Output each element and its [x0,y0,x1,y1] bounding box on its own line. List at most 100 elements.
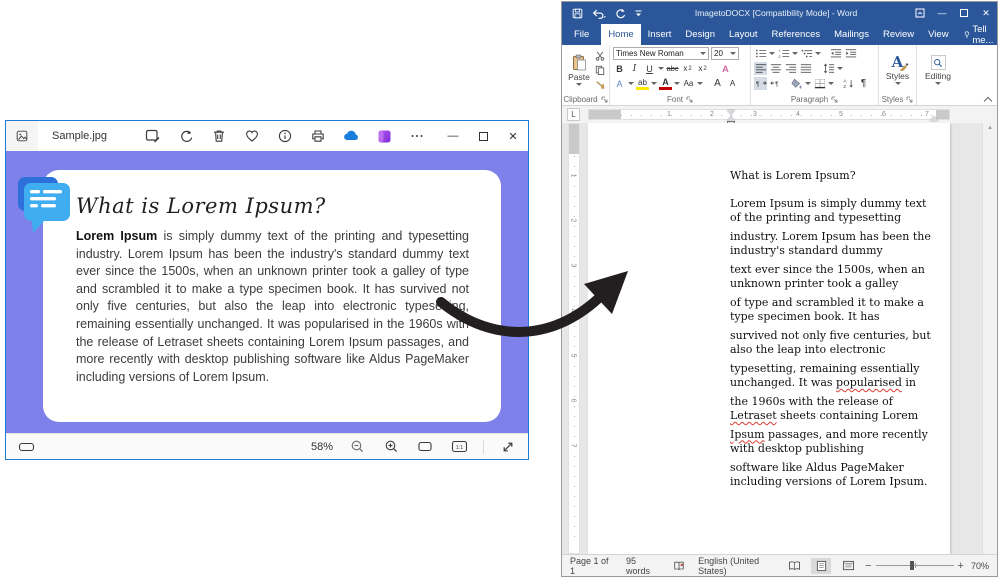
clipboard-dialog-launcher[interactable] [601,96,608,103]
web-layout-button[interactable] [838,558,858,574]
info-button[interactable] [275,126,295,146]
line-spacing-caret-icon[interactable] [837,67,843,70]
fit-to-window-button[interactable] [415,437,435,457]
styles-dialog-launcher[interactable] [906,96,913,103]
font-name-combo[interactable]: Times New Roman [613,47,709,60]
tab-file[interactable]: File [562,24,601,45]
see-all-photos-button[interactable] [6,121,38,151]
maximize-button[interactable] [468,121,498,151]
tell-me-box[interactable]: Tell me... [956,24,1000,45]
shading-caret-icon[interactable] [805,82,811,85]
superscript-button[interactable]: x2 [696,62,709,75]
delete-button[interactable] [209,126,229,146]
paste-button[interactable]: Paste [565,47,593,93]
fullscreen-button[interactable] [498,437,518,457]
filmstrip-button[interactable] [16,437,36,457]
numbering-caret-icon[interactable] [792,52,798,55]
tab-references[interactable]: References [765,24,828,45]
document-paragraph[interactable]: the 1960s with the release of Letraset s… [730,395,940,424]
decrease-indent-button[interactable] [829,47,842,60]
bullets-caret-icon[interactable] [769,52,775,55]
font-dialog-launcher[interactable] [686,96,693,103]
document-paragraph[interactable]: Lorem Ipsum is simply dummy text of the … [730,197,940,226]
document-paragraph[interactable]: Ipsum passages, and more recently with d… [730,428,940,457]
change-case-caret-icon[interactable] [697,82,703,85]
align-left-button[interactable] [754,62,767,75]
document-paragraph[interactable]: software like Aldus PageMaker including … [730,461,940,490]
increase-indent-button[interactable] [844,47,857,60]
underline-button[interactable]: U [643,62,656,75]
zoom-level[interactable]: 58% [311,441,333,453]
filename-tab[interactable]: Sample.jpg [38,121,135,151]
align-right-button[interactable] [784,62,797,75]
line-spacing-button[interactable] [822,62,835,75]
change-case-button[interactable]: Aa [682,77,695,90]
first-line-indent-marker[interactable] [727,110,735,115]
collapse-ribbon-button[interactable] [984,95,991,102]
tab-design[interactable]: Design [678,24,722,45]
word-count[interactable]: 95 words [626,556,660,576]
ribbon-display-options-button[interactable] [909,2,931,24]
document-heading[interactable]: What is Lorem Ipsum? [730,169,940,184]
grow-font-button[interactable]: A [711,77,724,90]
cut-button[interactable] [593,49,606,62]
justify-button[interactable] [799,62,812,75]
zoom-percent[interactable]: 70% [971,561,989,571]
font-color-button[interactable]: A [659,77,672,90]
align-center-button[interactable] [769,62,782,75]
paragraph-dialog-launcher[interactable] [831,96,838,103]
album-button[interactable] [374,126,394,146]
save-button[interactable] [572,8,583,19]
language-status[interactable]: English (United States) [698,556,784,576]
underline-caret-icon[interactable] [658,67,664,70]
undo-button[interactable] [591,8,606,19]
multilevel-caret-icon[interactable] [815,52,821,55]
zoom-in-plus[interactable]: + [958,561,964,571]
zoom-in-button[interactable] [381,437,401,457]
rotate-button[interactable] [176,126,196,146]
tab-view[interactable]: View [921,24,955,45]
borders-caret-icon[interactable] [828,82,834,85]
bold-button[interactable]: B [613,62,626,75]
text-effects-caret-icon[interactable] [628,82,634,85]
right-indent-marker[interactable] [930,116,938,121]
copy-button[interactable] [593,64,606,77]
minimize-button[interactable]: — [438,121,468,151]
favorite-button[interactable] [242,126,262,146]
onedrive-button[interactable] [341,126,361,146]
format-painter-button[interactable] [593,78,606,91]
borders-button[interactable] [813,77,826,90]
tab-review[interactable]: Review [876,24,921,45]
styles-button[interactable]: A Styles [881,47,914,93]
bullets-button[interactable] [754,47,767,60]
multilevel-list-button[interactable] [800,47,813,60]
word-minimize-button[interactable]: — [931,2,953,24]
zoom-out-button[interactable] [347,437,367,457]
show-paragraph-marks-button[interactable]: ¶ [857,77,870,90]
tab-layout[interactable]: Layout [722,24,765,45]
zoom-slider-track[interactable] [876,565,954,566]
tab-insert[interactable]: Insert [641,24,679,45]
word-close-button[interactable]: ✕ [975,2,997,24]
italic-button[interactable]: I [628,62,641,75]
vertical-scrollbar[interactable]: ▲ [982,123,997,554]
word-maximize-button[interactable] [953,2,975,24]
rtl-direction-button[interactable]: ¶ [769,77,782,90]
strikethrough-button[interactable]: abc [666,62,679,75]
document-paragraph[interactable]: text ever since the 1500s, when an unkno… [730,263,940,292]
document-text[interactable]: What is Lorem Ipsum? Lorem Ipsum is simpl… [730,169,940,494]
close-button[interactable]: ✕ [498,121,528,151]
font-size-combo[interactable]: 20 [711,47,739,60]
redo-button[interactable] [614,7,626,19]
document-paragraph[interactable]: of type and scrambled it to make a type … [730,296,940,325]
ltr-direction-button[interactable]: ¶ [754,77,767,90]
document-paragraph[interactable]: survived not only five centuries, but al… [730,329,940,358]
sort-button[interactable]: AZ [842,77,855,90]
document-paragraph[interactable]: typesetting, remaining essentially uncha… [730,362,940,391]
proofing-status[interactable] [673,560,685,572]
see-more-button[interactable] [407,126,427,146]
print-layout-button[interactable] [811,558,831,574]
clear-formatting-button[interactable]: A [719,62,732,75]
customize-qat-button[interactable] [634,9,643,18]
tab-mailings[interactable]: Mailings [827,24,876,45]
